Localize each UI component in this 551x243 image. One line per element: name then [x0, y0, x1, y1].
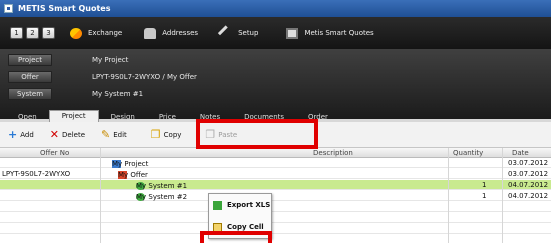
edit-button[interactable]: ✎ Edit	[101, 129, 127, 140]
system-info-button[interactable]: System	[8, 88, 52, 100]
delete-label: Delete	[62, 130, 85, 139]
step-button-3[interactable]: 3	[42, 27, 55, 39]
column-divider	[448, 148, 449, 243]
table-row[interactable]: LPYT-9S0L7-2WYXO My Offer 03.07.2012	[0, 169, 551, 179]
table-row[interactable]	[0, 213, 551, 223]
project-info-value: My Project	[92, 56, 129, 64]
step-button-2[interactable]: 2	[26, 27, 39, 39]
exchange-button[interactable]: Exchange	[70, 27, 123, 39]
project-info-row: Project My Project	[8, 53, 128, 67]
copy-label: Copy	[163, 130, 182, 139]
plus-icon: +	[8, 128, 18, 141]
row-description: My Project	[112, 160, 149, 168]
system-info-value: My System #1	[92, 90, 144, 98]
row-quantity: 1	[482, 192, 487, 200]
header-offer-no[interactable]: Offer No	[40, 149, 69, 157]
table-row[interactable]: My System #2 1 04.07.2012	[0, 191, 551, 201]
row-quantity: 1	[482, 181, 487, 189]
app-icon	[4, 4, 13, 13]
addresses-label: Addresses	[162, 29, 199, 37]
setup-label: Setup	[238, 29, 259, 37]
setup-icon	[217, 24, 235, 42]
header-date[interactable]: Date	[512, 149, 529, 157]
add-button[interactable]: + Add	[8, 129, 34, 140]
step-button-1[interactable]: 1	[10, 27, 23, 39]
row-date: 04.07.2012	[508, 192, 549, 200]
pencil-icon: ✎	[101, 128, 111, 141]
setup-button[interactable]: Setup	[217, 24, 259, 42]
grid-header: Offer No Description Quantity Date	[0, 148, 551, 158]
copy-paste-highlight	[196, 119, 318, 149]
offer-info-row: Offer LPYT-9S0L7-2WYXO / My Offer	[8, 70, 197, 84]
copy-button[interactable]: ❐ Copy	[151, 129, 182, 140]
copy-icon: ❐	[150, 128, 161, 141]
table-row-selected[interactable]: My System #1 1 04.07.2012	[0, 180, 551, 190]
exchange-icon	[70, 27, 82, 39]
metis-icon	[286, 27, 299, 39]
main-toolbar: 1 2 3 Exchange Addresses Setup Metis Sma…	[0, 17, 551, 49]
export-xls-label: Export XLS	[227, 201, 271, 209]
offer-info-button[interactable]: Offer	[8, 71, 52, 83]
excel-icon	[213, 200, 222, 210]
edit-label: Edit	[113, 130, 127, 139]
table-row[interactable]	[0, 224, 551, 234]
header-description[interactable]: Description	[313, 149, 353, 157]
app-title: METIS Smart Quotes	[18, 4, 111, 13]
tab-price[interactable]: Price	[147, 112, 188, 122]
delete-x-icon: ✕	[49, 128, 59, 141]
row-date: 03.07.2012	[508, 170, 549, 178]
copy-cell-label: Copy Cell	[227, 223, 264, 231]
addresses-button[interactable]: Addresses	[144, 27, 199, 39]
column-divider	[502, 148, 503, 243]
delete-button[interactable]: ✕ Delete	[50, 129, 85, 140]
table-row[interactable]	[0, 202, 551, 212]
context-info-panel: Project My Project Offer LPYT-9S0L7-2WYX…	[0, 49, 551, 119]
row-description: My System #2	[136, 193, 188, 201]
row-date: 04.07.2012	[508, 181, 549, 189]
row-description: My Offer	[118, 171, 148, 179]
header-quantity[interactable]: Quantity	[453, 149, 483, 157]
addresses-icon	[144, 27, 157, 39]
project-info-button[interactable]: Project	[8, 54, 52, 66]
tab-project[interactable]: Project	[48, 110, 99, 122]
exchange-label: Exchange	[88, 29, 123, 37]
add-label: Add	[20, 130, 34, 139]
export-xls-menu-item[interactable]: Export XLS	[209, 197, 273, 213]
metis-button[interactable]: Metis Smart Quotes	[286, 27, 374, 39]
system-info-row: System My System #1	[8, 87, 143, 101]
offer-info-value: LPYT-9S0L7-2WYXO / My Offer	[92, 73, 197, 81]
column-divider	[100, 148, 101, 243]
tab-design[interactable]: Design	[99, 112, 147, 122]
row-offer-no: LPYT-9S0L7-2WYXO	[2, 170, 71, 178]
metis-label: Metis Smart Quotes	[304, 29, 374, 37]
copy-cell-highlight	[200, 231, 272, 243]
tab-open[interactable]: Open	[6, 112, 49, 122]
table-row[interactable]: My Project 03.07.2012	[0, 158, 551, 168]
row-description: My System #1	[136, 182, 188, 190]
title-bar: METIS Smart Quotes	[0, 0, 551, 17]
row-date: 03.07.2012	[508, 159, 549, 167]
offer-grid: Offer No Description Quantity Date My Pr…	[0, 148, 551, 243]
